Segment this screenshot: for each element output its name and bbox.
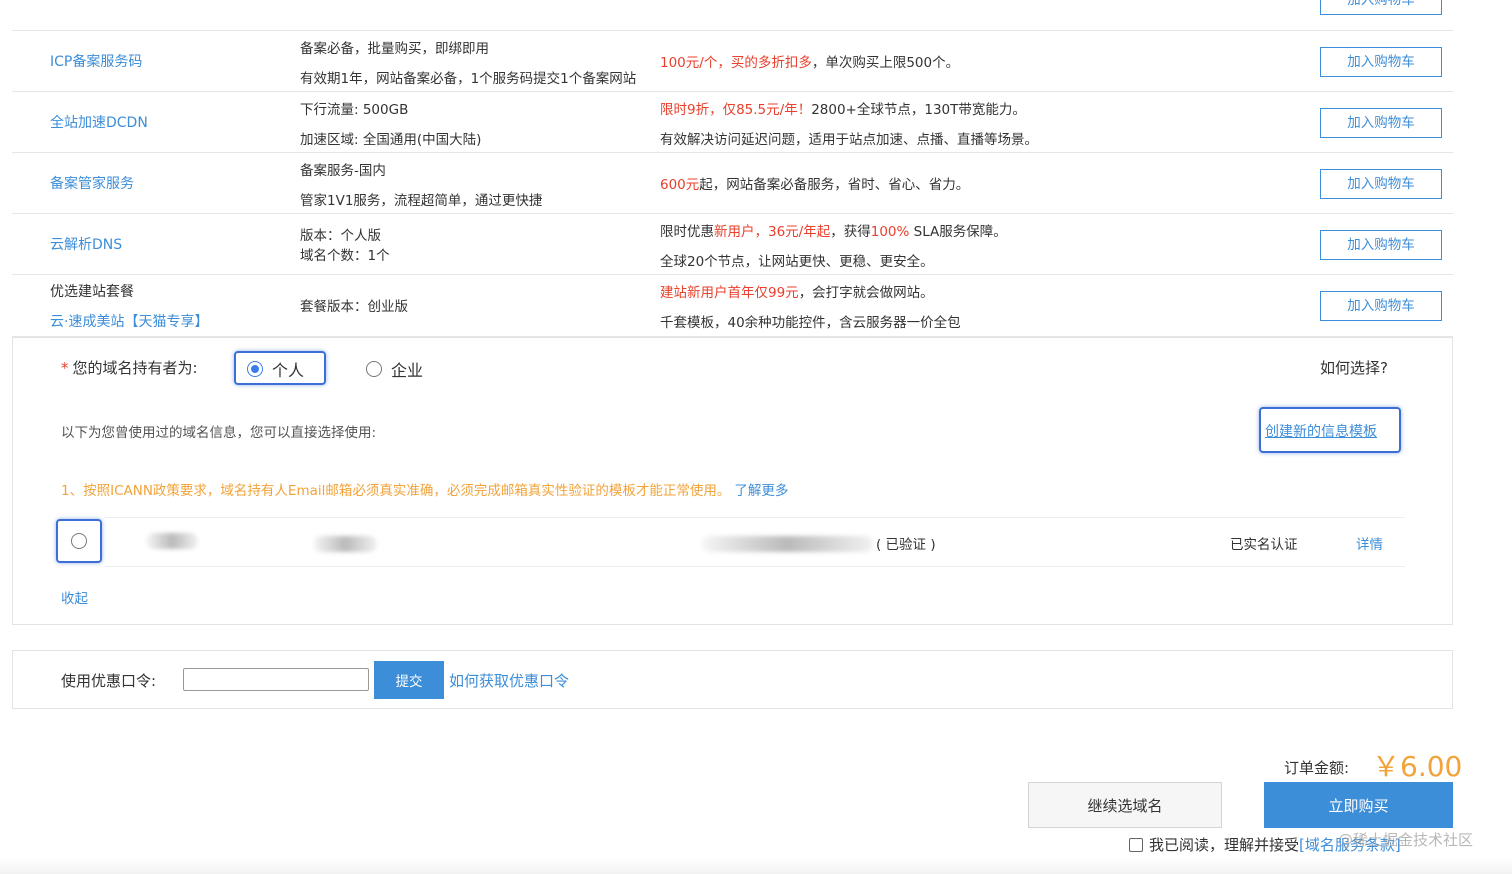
add-to-cart-button[interactable]: 加入购物车 [1320,230,1442,260]
product-spec: 备案必备，批量购买，即绑即用 [300,41,489,57]
realname-status: 已实名认证 [1230,537,1298,553]
promo-text: 千套模板，40余种功能控件，含云服务器一价全包 [660,315,961,331]
product-row: 云解析DNS 版本：个人版 域名个数：1个 限时优惠新用户，36元/年起，获得100%… [12,214,1453,275]
add-to-cart-button[interactable]: 加入购物车 [1320,169,1442,199]
coupon-input[interactable] [183,668,369,691]
promo-highlight: 100元/个，买的多折扣多 [660,55,812,71]
collapse-link[interactable]: 收起 [61,587,88,607]
coupon-panel: 使用优惠口令: 提交 如何获取优惠口令 [12,650,1453,709]
promo-highlight: 新用户，36元/年起 [714,224,831,240]
product-spec: 加速区域: 全国通用(中国大陆) [300,132,482,148]
domain-owner-panel: * 您的域名持有者为: 个人 企业 如何选择? 以下为您曾使用过的域名信息，您可以… [12,337,1453,625]
create-template-highlight: 创建新的信息模板 [1259,407,1401,453]
product-row: 优选建站套餐云·速成美站【天猫专享】 套餐版本：创业版 建站新用户首年仅99元，会打… [12,275,1453,337]
template-select-highlight[interactable] [56,519,102,563]
product-promo: 限时9折，仅85.5元/年！2800+全球节点，130T带宽能力。 [660,98,1026,118]
product-promo: 千套模板，40余种功能控件，含云服务器一价全包 [660,311,961,331]
agreement-checkbox[interactable] [1129,837,1143,852]
required-mark: * [61,359,69,377]
promo-text: 全球20个节点，让网站更快、更稳、更安全。 [660,254,934,270]
product-row: 备案管家服务 备案服务-国内管家1V1服务，流程超简单，通过更快捷 600元起，网站… [12,153,1453,214]
product-name[interactable]: 备案管家服务 [50,173,134,193]
how-to-choose-link[interactable]: 如何选择? [1320,357,1388,378]
add-to-cart-button[interactable]: 加入购物车 [1320,108,1442,138]
promo-highlight: 100% [870,224,910,240]
icann-notice-text: 1、按照ICANN政策要求，域名持有人Email邮箱必须真实准确，必须完成邮箱真… [61,483,731,499]
product-name: 优选建站套餐 [50,284,134,300]
redacted-email [701,536,873,552]
product-row: 全站加速DCDN 下行流量: 500GB 加速区域: 全国通用(中国大陆) 限时9折，… [12,92,1453,153]
promo-highlight: 限时9折，仅85.5元/年！ [660,102,812,118]
email-verified-status: ( 已验证 ) [876,537,936,553]
redacted-name [146,533,198,549]
product-spec: 管家1V1服务，流程超简单，通过更快捷 [300,193,543,209]
product-name[interactable]: 全站加速DCDN [50,112,148,132]
template-radio[interactable] [71,533,87,549]
product-promo: 有效解决访问延迟问题，适用于站点加速、点播、直播等场景。 [660,128,1038,148]
order-amount: ￥6.00 [1372,750,1463,783]
promo-text: ，单次购买上限500个。 [811,55,960,71]
coupon-submit-button[interactable]: 提交 [374,661,444,699]
add-to-cart-button[interactable]: 加入购物车 [1320,0,1442,15]
promo-highlight: 600元 [660,177,700,193]
agreement: 我已阅读，理解并接受 [域名服务条款] [1129,834,1401,855]
product-spec: 域名个数：1个 [300,248,390,264]
buy-now-button[interactable]: 立即购买 [1264,782,1453,828]
add-to-cart-button[interactable]: 加入购物车 [1320,47,1442,77]
product-promo: 全球20个节点，让网站更快、更稳、更安全。 [660,250,934,270]
promo-text: 限时优惠 [660,224,714,240]
promo-text: 起，网站备案必备服务，省时、省心、省力。 [699,177,970,193]
redacted-phone [313,536,377,552]
promo-text: 有效解决访问延迟问题，适用于站点加速、点播、直播等场景。 [660,132,1038,148]
owner-label: * 您的域名持有者为: [61,357,198,378]
create-template-link[interactable]: 创建新的信息模板 [1265,421,1377,441]
owner-label-text: 您的域名持有者为: [72,359,198,377]
product-spec: 下行流量: 500GB [300,102,409,118]
coupon-label: 使用优惠口令: [61,672,157,690]
add-to-cart-button[interactable]: 加入购物车 [1320,291,1442,321]
radio-personal[interactable] [247,361,263,377]
product-promo: 限时优惠新用户，36元/年起，获得100% SLA服务保障。 [660,220,1007,240]
promo-text: ，会打字就会做网站。 [798,285,934,301]
product-promo: 100元/个，买的多折扣多，单次购买上限500个。 [660,51,959,71]
terms-link[interactable]: [域名服务条款] [1299,834,1401,855]
product-name[interactable]: ICP备案服务码 [50,51,142,71]
owner-option-company-label: 企业 [391,361,424,380]
owner-option-personal[interactable]: 个人 [247,357,304,381]
template-detail-link[interactable]: 详情 [1356,533,1383,553]
order-amount-label: 订单金额: [1284,759,1350,777]
learn-more-link[interactable]: 了解更多 [734,483,788,499]
promo-text: ，获得 [830,224,871,240]
promo-text: 2800+全球节点，130T带宽能力。 [811,102,1026,118]
saved-info-hint: 以下为您曾使用过的域名信息，您可以直接选择使用: [61,425,377,441]
product-row: SSL证书域名个数：1个网站HTTPS化，防劫持，防篡改，防监听，安全加密，彰显… [12,0,1453,31]
promo-text: SLA服务保障。 [909,224,1007,240]
agreement-text: 我已阅读，理解并接受 [1149,836,1300,854]
product-promo: 600元起，网站备案必备服务，省时、省心、省力。 [660,173,969,193]
product-subname-link[interactable]: 云·速成美站【天猫专享】 [50,311,208,331]
product-spec: 备案服务-国内 [300,163,386,179]
radio-company[interactable] [366,361,382,377]
promo-highlight: 建站新用户首年仅99元 [660,285,799,301]
product-spec: 版本：个人版 [300,228,381,244]
owner-option-personal-label: 个人 [272,361,305,380]
coupon-help-link[interactable]: 如何获取优惠口令 [449,670,569,691]
product-spec: 套餐版本：创业版 [300,299,408,315]
bottom-edge [0,858,1512,874]
product-name[interactable]: 云解析DNS [50,234,122,254]
icann-notice: 1、按照ICANN政策要求，域名持有人Email邮箱必须真实准确，必须完成邮箱真… [61,479,788,499]
product-promo: 建站新用户首年仅99元，会打字就会做网站。 [660,281,934,301]
product-spec: 有效期1年，网站备案必备，1个服务码提交1个备案网站 [300,71,637,87]
owner-option-company[interactable]: 企业 [366,357,423,381]
product-row: ICP备案服务码 备案必备，批量购买，即绑即用有效期1年，网站备案必备，1个服务码… [12,31,1453,92]
continue-select-domain-button[interactable]: 继续选域名 [1028,782,1222,828]
